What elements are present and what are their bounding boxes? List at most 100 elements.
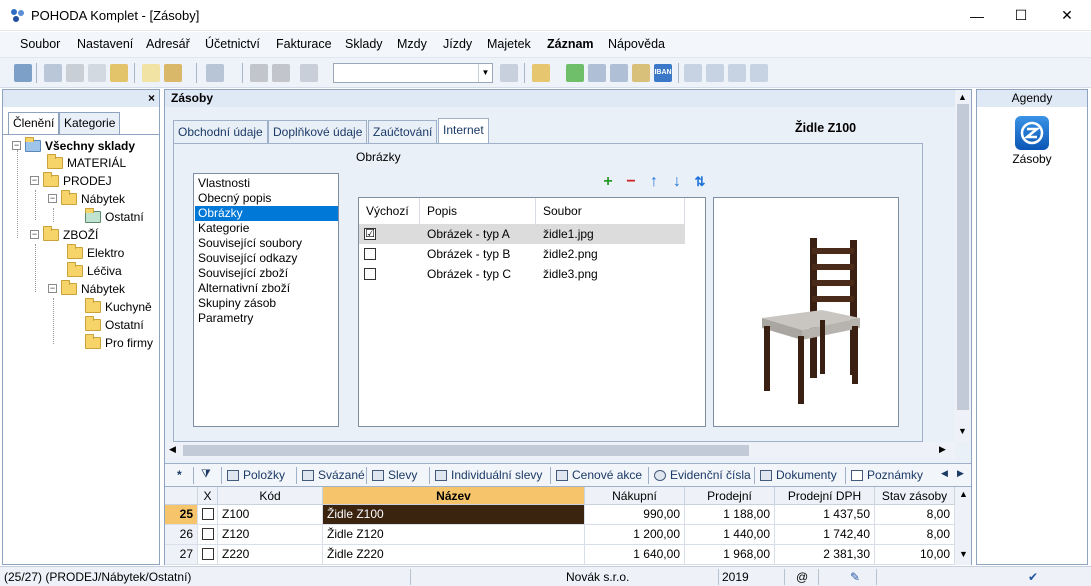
column-header-nazev[interactable]: Název: [323, 487, 585, 505]
column-header-prodejni[interactable]: Prodejní: [685, 487, 775, 505]
tree-node-vsechny-sklady[interactable]: − Všechny sklady: [12, 136, 135, 154]
list-item[interactable]: Kategorie: [195, 221, 338, 236]
move-down-button[interactable]: ↓: [670, 174, 684, 190]
save-icon[interactable]: [250, 64, 268, 82]
message-icon[interactable]: [684, 64, 702, 82]
tree-node-prodej-nabytek[interactable]: − Nábytek: [48, 189, 125, 207]
list-item[interactable]: Související zboží: [195, 266, 338, 281]
tab-doplnkove-udaje[interactable]: Doplňkové údaje: [268, 120, 368, 144]
at-icon[interactable]: @: [796, 570, 808, 584]
table-row[interactable]: Obrázek - typ B židle2.png: [359, 244, 685, 264]
iban-icon[interactable]: IBAN: [654, 64, 672, 82]
collapse-icon[interactable]: −: [30, 230, 39, 239]
tab-internet[interactable]: Internet: [438, 118, 489, 144]
tree-node-leciva[interactable]: Léčiva: [67, 261, 122, 279]
save-all-icon[interactable]: [272, 64, 290, 82]
tab-dokumenty[interactable]: Dokumenty: [760, 468, 837, 482]
tab-cenove-akce[interactable]: Cenové akce: [556, 468, 642, 482]
column-header-soubor[interactable]: Soubor: [536, 198, 685, 224]
tree-node-zbozi-nabytek[interactable]: − Nábytek: [48, 279, 125, 297]
remove-image-button[interactable]: −: [624, 174, 638, 190]
column-header-vychozi[interactable]: Výchozí: [359, 198, 420, 224]
list-item[interactable]: Vlastnosti: [195, 176, 338, 191]
filter-icon[interactable]: [500, 64, 518, 82]
table-row[interactable]: ☑ Obrázek - typ A židle1.jpg: [359, 224, 685, 244]
copy-icon[interactable]: [44, 64, 62, 82]
table-row[interactable]: Obrázek - typ C židle3.png: [359, 264, 685, 284]
column-header-kod[interactable]: Kód: [218, 487, 323, 505]
menu-jizdy[interactable]: Jízdy: [443, 37, 472, 51]
quick-search-combo[interactable]: ▼: [333, 63, 493, 83]
agenda-icon[interactable]: [14, 64, 32, 82]
chevron-down-icon[interactable]: ▼: [959, 549, 968, 559]
default-checkbox[interactable]: [364, 268, 376, 280]
chevron-up-icon[interactable]: ▲: [959, 489, 968, 499]
tab-slevy[interactable]: Slevy: [372, 468, 417, 482]
list-item[interactable]: Parametry: [195, 311, 338, 326]
chevron-right-icon[interactable]: ▶: [939, 444, 946, 455]
tab-evidencni-cisla[interactable]: Evidenční čísla: [654, 468, 751, 482]
chevron-down-icon[interactable]: ▼: [958, 426, 967, 436]
row-checkbox[interactable]: [198, 505, 218, 524]
menu-zaznam[interactable]: Záznam: [547, 37, 594, 51]
chevron-left-icon[interactable]: ◀: [169, 444, 176, 455]
menu-soubor[interactable]: Soubor: [20, 37, 60, 51]
section-list[interactable]: Vlastnosti Obecný popis Obrázky Kategori…: [193, 173, 339, 427]
folder-icon[interactable]: [532, 64, 550, 82]
agenda-label[interactable]: Zásoby: [977, 152, 1087, 166]
column-header-popis[interactable]: Popis: [420, 198, 536, 224]
tab-cleneni[interactable]: Členění: [8, 112, 60, 134]
default-checkbox[interactable]: [364, 248, 376, 260]
default-checkbox[interactable]: ☑: [364, 228, 376, 240]
menu-mzdy[interactable]: Mzdy: [397, 37, 427, 51]
chevron-right-icon[interactable]: ▶: [957, 468, 964, 479]
table-row[interactable]: 26 Z120 Židle Z120 1 200,00 1 440,00 1 7…: [165, 525, 955, 545]
tree-node-elektro[interactable]: Elektro: [67, 243, 124, 261]
new-record-icon[interactable]: [142, 64, 160, 82]
sort-button[interactable]: ⇅: [693, 175, 707, 189]
scroll-thumb[interactable]: [183, 445, 749, 456]
list-item[interactable]: Související odkazy: [195, 251, 338, 266]
list-item-selected[interactable]: Obrázky: [195, 206, 338, 221]
list-icon[interactable]: [706, 64, 724, 82]
tab-svazane[interactable]: Svázané: [302, 468, 365, 482]
menu-fakturace[interactable]: Fakturace: [276, 37, 332, 51]
add-image-button[interactable]: +: [601, 174, 615, 190]
zasoby-agenda-icon[interactable]: [1015, 116, 1049, 150]
tree-node-zbozi[interactable]: − ZBOŽÍ: [30, 225, 98, 243]
horizontal-scrollbar[interactable]: ◀ ▶: [165, 442, 955, 459]
tab-kategorie[interactable]: Kategorie: [59, 112, 121, 134]
tab-polozky[interactable]: Položky: [227, 468, 285, 482]
list-item[interactable]: Související soubory: [195, 236, 338, 251]
calculator-icon[interactable]: [588, 64, 606, 82]
tree-node-pro-firmy[interactable]: Pro firmy: [85, 333, 153, 351]
tree-node-prodej[interactable]: − PRODEJ: [30, 171, 112, 189]
pen-icon[interactable]: ✎: [850, 570, 860, 584]
close-icon[interactable]: ×: [148, 91, 155, 105]
chevron-left-icon[interactable]: ◀: [941, 468, 948, 479]
chevron-down-icon[interactable]: ▼: [478, 64, 492, 82]
scroll-thumb[interactable]: [957, 104, 969, 410]
row-checkbox[interactable]: [198, 525, 218, 544]
grid-vertical-scrollbar[interactable]: ▲ ▼: [955, 487, 971, 565]
menu-majetek[interactable]: Majetek: [487, 37, 531, 51]
print-icon[interactable]: [66, 64, 84, 82]
menu-adresar[interactable]: Adresář: [146, 37, 190, 51]
menu-ucetnictvi[interactable]: Účetnictví: [205, 37, 260, 51]
tree-node-zbozi-ostatni[interactable]: Ostatní: [85, 315, 144, 333]
list-item[interactable]: Skupiny zásob: [195, 296, 338, 311]
menu-nastaveni[interactable]: Nastavení: [77, 37, 133, 51]
filter-icon[interactable]: ⧩: [201, 468, 217, 480]
tools-icon[interactable]: [164, 64, 182, 82]
preview-icon[interactable]: [88, 64, 106, 82]
collapse-icon[interactable]: −: [30, 176, 39, 185]
minimize-button[interactable]: —: [954, 0, 1000, 31]
list-item[interactable]: Alternativní zboží: [195, 281, 338, 296]
payment-icon[interactable]: [566, 64, 584, 82]
ok-icon[interactable]: ✔: [1028, 570, 1038, 584]
tree-node-kuchyne[interactable]: Kuchyně: [85, 297, 152, 315]
window-icon[interactable]: [728, 64, 746, 82]
collapse-icon[interactable]: −: [48, 194, 57, 203]
help-icon[interactable]: [750, 64, 768, 82]
table-row[interactable]: 27 Z220 Židle Z220 1 640,00 1 968,00 2 3…: [165, 545, 955, 565]
